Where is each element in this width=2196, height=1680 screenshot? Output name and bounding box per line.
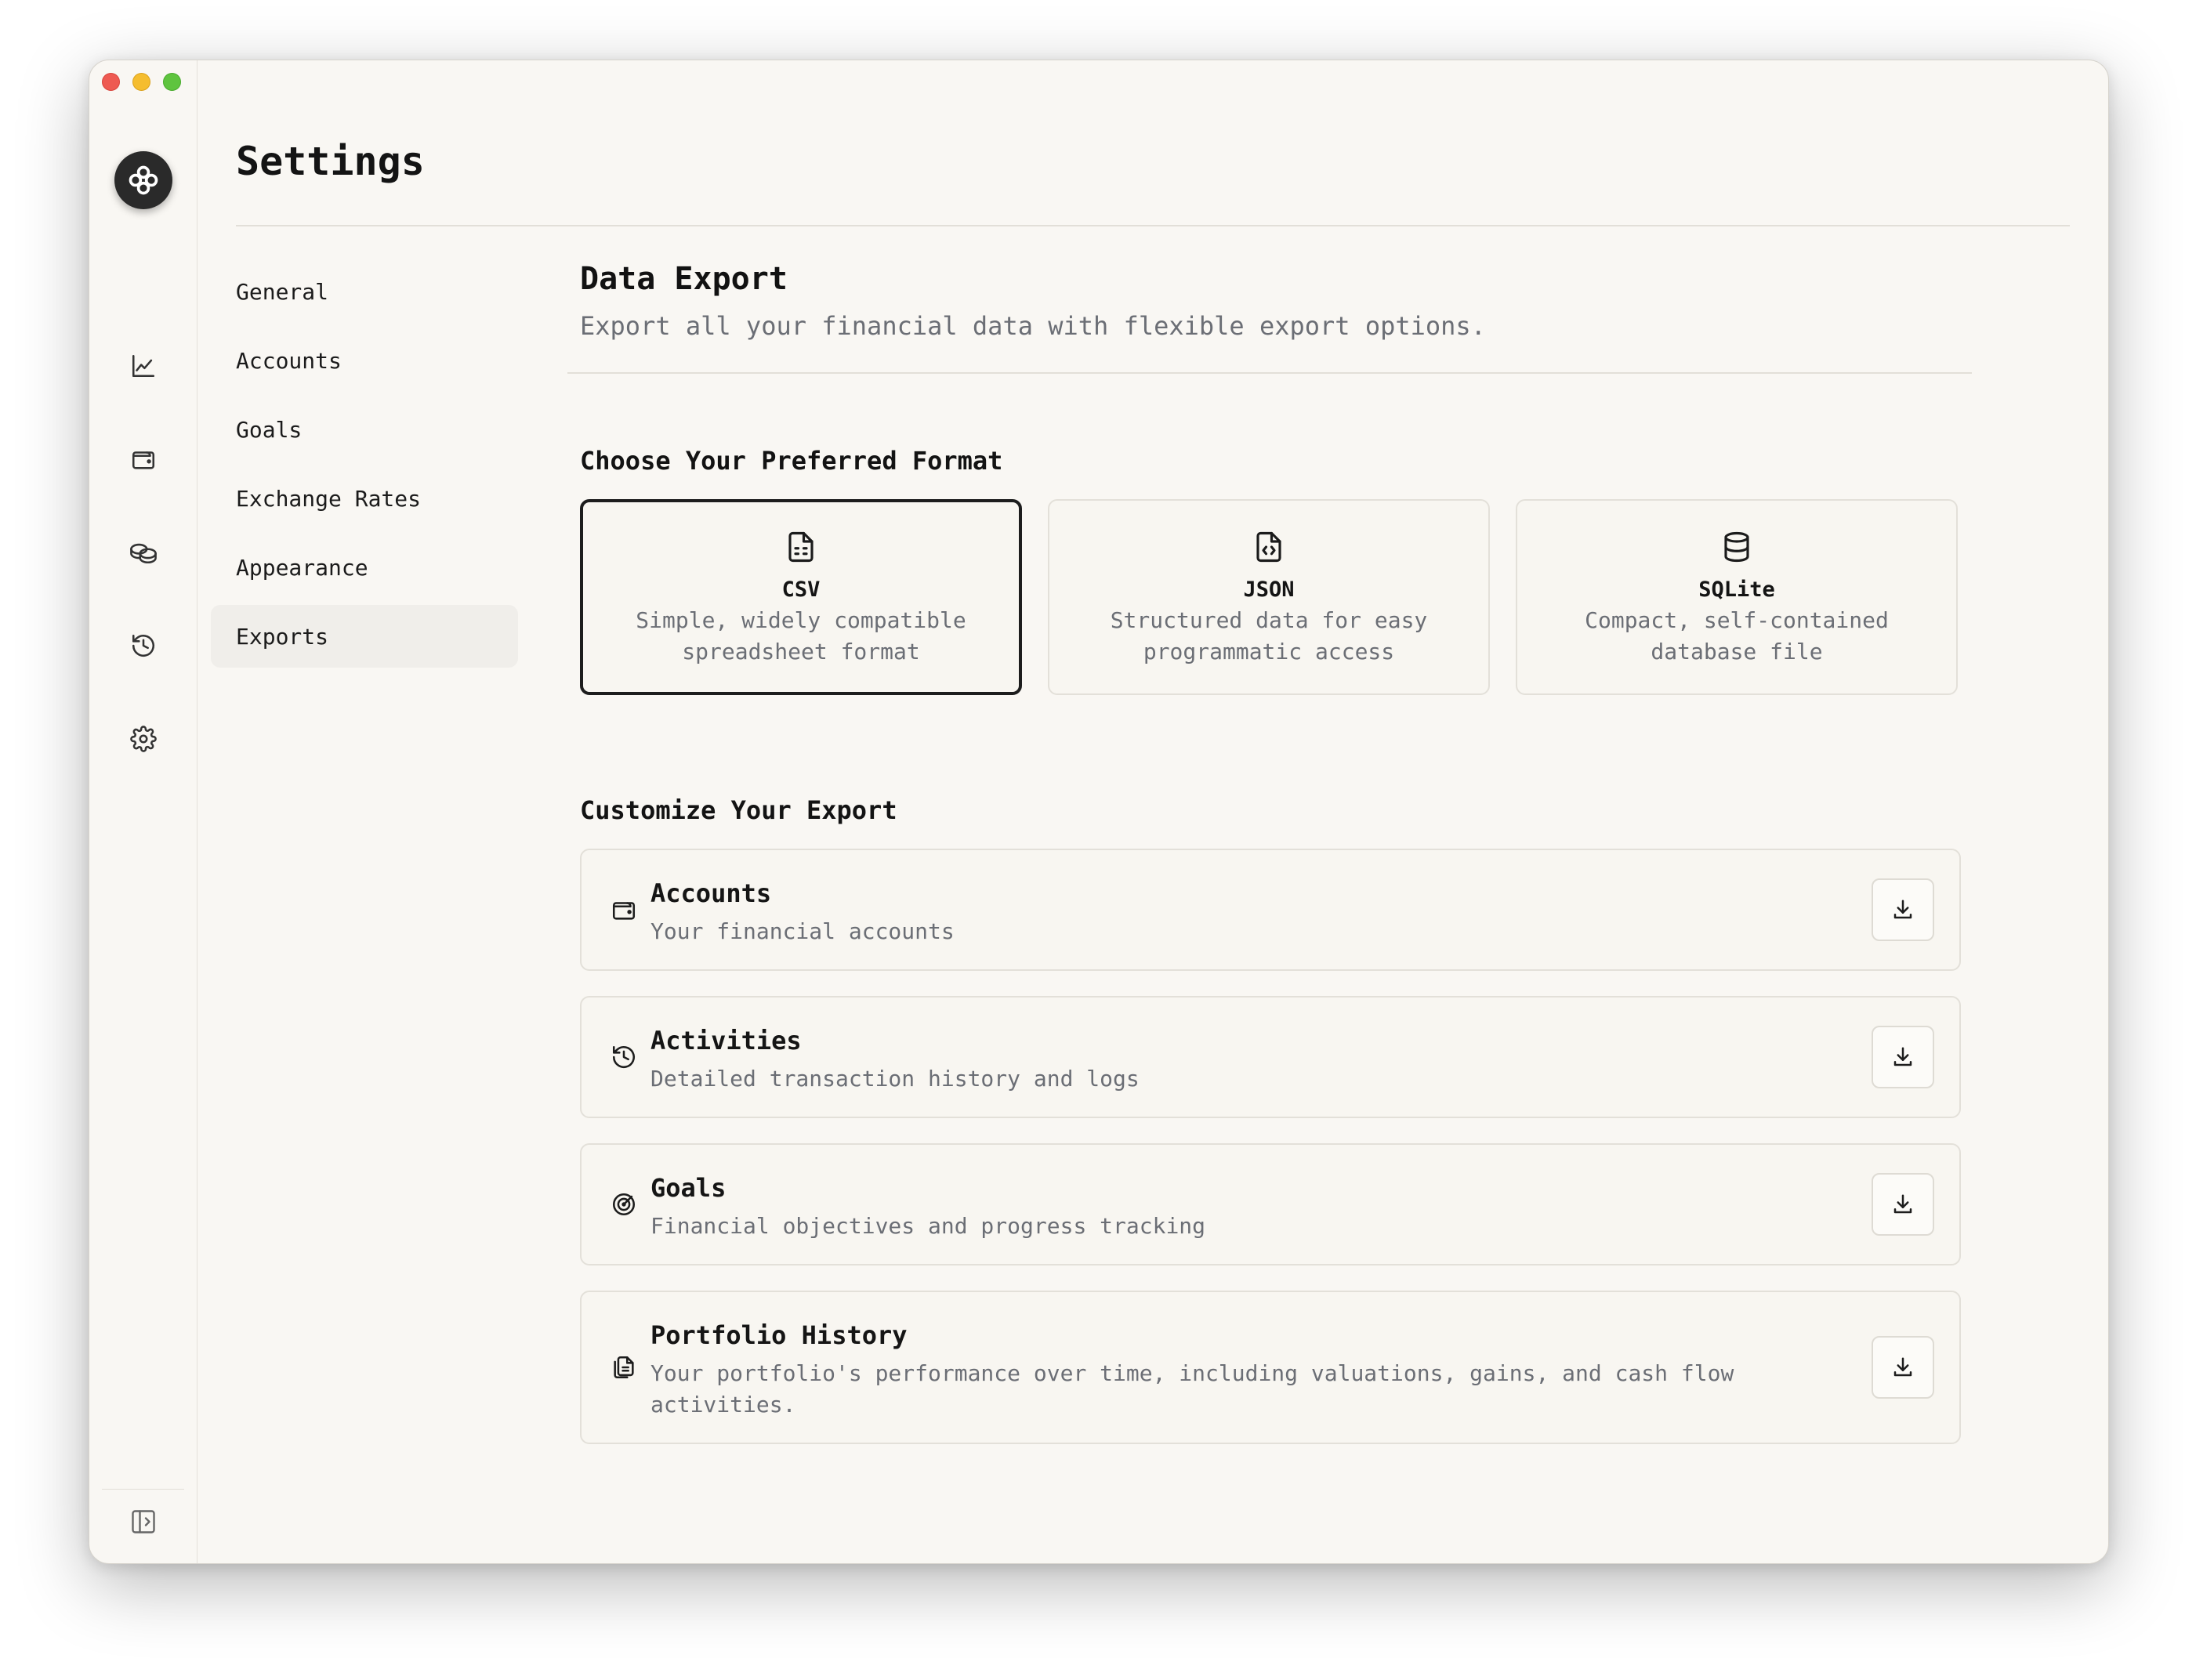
gear-icon[interactable] [124, 719, 163, 759]
format-name: JSON [1243, 578, 1295, 602]
export-item-activities: Activities Detailed transaction history … [580, 996, 1961, 1118]
target-icon [608, 1189, 640, 1220]
icon-rail [89, 60, 197, 1563]
download-activities-button[interactable] [1872, 1026, 1934, 1088]
format-description: Simple, widely compatible spreadsheet fo… [636, 607, 966, 664]
item-description: Your financial accounts [650, 918, 955, 944]
item-description: Your portfolio's performance over time, … [650, 1360, 1734, 1418]
app-window: Settings General Accounts Goals Exchange… [89, 60, 2109, 1564]
item-title: Accounts [650, 878, 772, 908]
format-name: SQLite [1698, 578, 1775, 602]
download-icon [1893, 1194, 1912, 1214]
subnav-item-general[interactable]: General [211, 260, 518, 323]
subnav-item-accounts[interactable]: Accounts [211, 329, 518, 392]
item-description: Financial objectives and progress tracki… [650, 1213, 1206, 1239]
page-title: Settings [236, 139, 425, 184]
download-icon [1893, 900, 1912, 919]
item-description: Detailed transaction history and logs [650, 1066, 1140, 1092]
settings-nav: General Accounts Goals Exchange Rates Ap… [211, 260, 518, 674]
format-description: Compact, self-contained database file [1585, 607, 1889, 664]
files-icon [608, 1352, 640, 1383]
download-accounts-button[interactable] [1872, 878, 1934, 941]
export-item-portfolio-history: Portfolio History Your portfolio's perfo… [580, 1291, 1961, 1444]
rail-divider [102, 1489, 184, 1490]
customize-heading: Customize Your Export [580, 795, 897, 825]
export-content: Data Export Export all your financial da… [567, 261, 2056, 1469]
title-divider [236, 225, 2070, 226]
subnav-item-label: Exports [236, 623, 329, 650]
section-divider [567, 372, 1972, 374]
download-icon [1893, 1357, 1912, 1377]
format-description: Structured data for easy programmatic ac… [1110, 607, 1428, 664]
format-card-json[interactable]: JSON Structured data for easy programmat… [1048, 499, 1490, 695]
subnav-item-appearance[interactable]: Appearance [211, 536, 518, 599]
subnav-item-exchange-rates[interactable]: Exchange Rates [211, 467, 518, 530]
export-item-goals: Goals Financial objectives and progress … [580, 1143, 1961, 1265]
export-items: Accounts Your financial accounts Activit… [580, 849, 1961, 1444]
history-icon[interactable] [124, 626, 163, 665]
subnav-item-label: Goals [236, 416, 303, 443]
database-icon [1719, 527, 1754, 567]
format-card-sqlite[interactable]: SQLite Compact, self-contained database … [1516, 499, 1958, 695]
subnav-item-label: Exchange Rates [236, 485, 422, 512]
item-title: Portfolio History [650, 1320, 908, 1350]
format-name: CSV [781, 578, 821, 602]
history-icon [608, 1041, 640, 1073]
sidebar-toggle-icon[interactable] [124, 1502, 163, 1541]
wallet-icon[interactable] [124, 440, 163, 479]
file-code-icon [1252, 527, 1286, 567]
format-card-csv[interactable]: CSV Simple, widely compatible spreadshee… [580, 499, 1022, 695]
export-item-accounts: Accounts Your financial accounts [580, 849, 1961, 971]
download-portfolio-history-button[interactable] [1872, 1336, 1934, 1399]
subnav-item-label: Appearance [236, 554, 368, 581]
subnav-item-label: General [236, 278, 329, 305]
chart-icon[interactable] [124, 346, 163, 386]
logo-icon[interactable] [114, 151, 172, 209]
coins-icon[interactable] [124, 533, 163, 572]
section-description: Export all your financial data with flex… [580, 311, 1486, 341]
format-options: CSV Simple, widely compatible spreadshee… [580, 499, 2056, 695]
download-icon [1893, 1047, 1912, 1066]
subnav-item-exports[interactable]: Exports [211, 605, 518, 668]
subnav-item-goals[interactable]: Goals [211, 398, 518, 461]
section-title: Data Export [580, 261, 788, 297]
download-goals-button[interactable] [1872, 1173, 1934, 1236]
format-heading: Choose Your Preferred Format [580, 446, 1003, 476]
file-spreadsheet-icon [784, 527, 818, 567]
subnav-item-label: Accounts [236, 347, 342, 374]
item-title: Activities [650, 1026, 802, 1055]
item-title: Goals [650, 1173, 727, 1203]
wallet-icon [608, 894, 640, 925]
